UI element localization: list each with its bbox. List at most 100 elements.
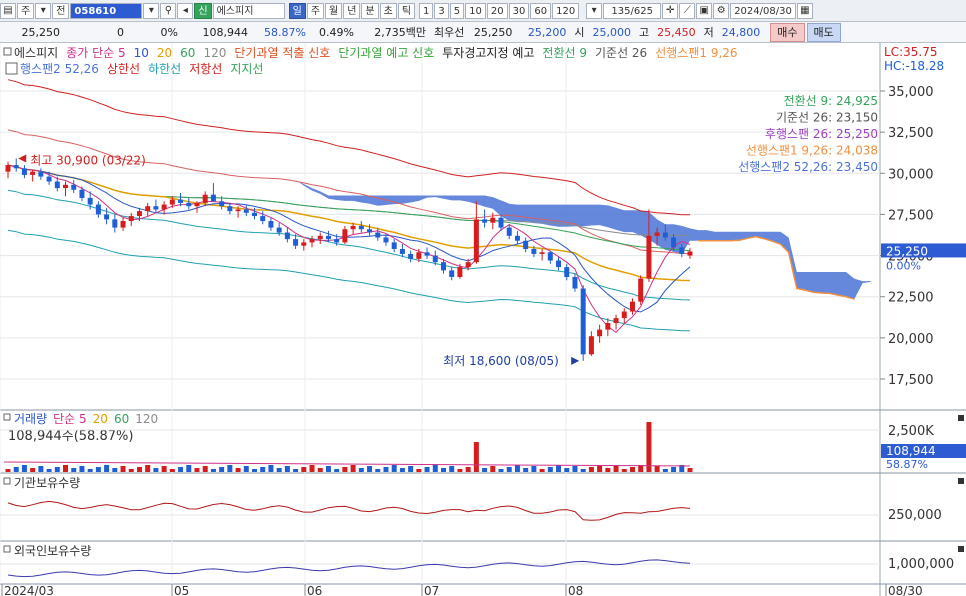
volume-bar (120, 466, 126, 472)
period-tab[interactable]: 년 (343, 2, 361, 19)
volume-bar (539, 469, 545, 472)
calendar-icon[interactable]: ▦ (796, 2, 813, 19)
period-tab[interactable]: 주 (306, 2, 325, 19)
candle (449, 270, 455, 277)
volume-bar (243, 466, 249, 472)
candle (194, 202, 200, 207)
interval-tab[interactable]: 5 (449, 2, 465, 19)
interval-tab[interactable]: 30 (508, 2, 530, 19)
legend-item: 에스피지 (14, 46, 58, 60)
volume-bar (687, 468, 693, 472)
candle (662, 232, 668, 238)
price-axis-label: 17,500 (888, 373, 934, 388)
gear-icon[interactable]: ⚙ (713, 2, 730, 19)
lc-label: LC:35.75 (884, 45, 937, 59)
x-axis-label: 05 (174, 584, 189, 596)
volume-bar (564, 468, 570, 472)
date-field[interactable]: 2024/08/30 (730, 2, 796, 19)
candle (638, 278, 644, 302)
save-icon[interactable]: ▣ (696, 2, 713, 19)
volume-bar (13, 467, 19, 472)
legend-item: 상한선 (107, 62, 140, 76)
candle (325, 235, 331, 240)
period-tab[interactable]: 분 (361, 2, 379, 19)
change: 0 (117, 25, 124, 39)
candle (227, 206, 233, 212)
candle (112, 219, 118, 228)
count-field[interactable]: 135/625 (603, 2, 662, 19)
best-ask-label: 최우선 (434, 26, 465, 39)
interval-tab[interactable]: 10 (465, 2, 486, 19)
chevron-down-icon[interactable]: ▾ (143, 2, 160, 19)
candle (629, 301, 635, 312)
candle (547, 252, 553, 261)
volume-bar (547, 467, 553, 472)
candle (654, 232, 660, 236)
chevron-down-icon[interactable]: ▾ (586, 2, 603, 19)
period-tab[interactable]: 틱 (397, 2, 416, 19)
period-tab[interactable]: 일 (288, 2, 306, 19)
all-select[interactable]: 전 (52, 2, 70, 19)
volume-bar (301, 467, 307, 472)
volume-legend-item: 거래량 (14, 412, 47, 426)
crosshair-icon[interactable]: ✛ (662, 2, 679, 19)
volume-tag-pct: 58.87% (886, 458, 928, 471)
line-tool-icon[interactable]: ⟋ (679, 2, 696, 19)
candle (219, 201, 225, 207)
candle (564, 267, 570, 277)
market-select[interactable]: 주 (17, 2, 35, 19)
candle (613, 318, 619, 324)
candle (54, 181, 60, 189)
volume-bar (334, 469, 340, 472)
interval-tab[interactable]: 3 (434, 2, 449, 19)
volume-bar (490, 466, 496, 472)
high-label: 고 (639, 26, 650, 39)
chart-bg (0, 43, 966, 596)
volume-bar (671, 467, 677, 472)
chevron-down-icon[interactable]: ▾ (35, 2, 52, 19)
stock-code-input[interactable]: 058610 (70, 2, 143, 19)
volume: 108,944 (202, 25, 249, 39)
volume-bar (161, 466, 167, 472)
foreign-panel-title: 외국인보유수량 (14, 544, 91, 558)
period-tab[interactable]: 월 (325, 2, 343, 19)
inst-panel-title: 기관보유수량 (14, 476, 80, 490)
menu-icon[interactable]: ▤ (0, 2, 16, 19)
interval-tab[interactable]: 120 (552, 2, 580, 19)
candle (490, 217, 496, 223)
volume-bar (367, 466, 373, 472)
sell-button[interactable]: 매도 (806, 22, 841, 42)
volume-bar (408, 466, 414, 472)
candle (21, 168, 27, 175)
legend-item: 10 (134, 46, 149, 60)
period-tab[interactable]: 초 (379, 2, 397, 19)
volume-bar (252, 469, 258, 472)
candle (432, 255, 438, 263)
search-icon[interactable]: ⚲ (160, 2, 177, 19)
volume-bar (54, 467, 60, 472)
legend-item: 종가 단순 5 (66, 46, 125, 60)
ichimoku-label: 선행스팬2 52,26: 23,450 (738, 159, 878, 174)
candle (30, 171, 36, 175)
speaker-icon[interactable]: ◂ (177, 2, 194, 19)
price-axis-label: 27,500 (888, 208, 934, 223)
volume-bar (350, 465, 356, 472)
chart-area[interactable]: 35,00032,50030,00027,50025,00022,50020,0… (0, 43, 966, 596)
interval-tab[interactable]: 60 (530, 2, 552, 19)
candle (514, 235, 520, 241)
price-tag-value: 25,250 (886, 244, 928, 258)
volume-legend-item: 120 (135, 412, 158, 426)
legend-item: 투자경고지정 예고 (442, 46, 534, 60)
candle (424, 252, 430, 256)
buy-button[interactable]: 매수 (770, 22, 805, 42)
candle (309, 239, 315, 243)
candle (597, 329, 603, 337)
volume-bar (629, 467, 635, 472)
volume-bar (309, 465, 315, 472)
candle (605, 323, 611, 330)
candle (186, 202, 192, 207)
interval-tab[interactable]: 20 (486, 2, 508, 19)
interval-tab[interactable]: 1 (419, 2, 434, 19)
candle (367, 229, 373, 233)
volume-bar (79, 466, 85, 472)
